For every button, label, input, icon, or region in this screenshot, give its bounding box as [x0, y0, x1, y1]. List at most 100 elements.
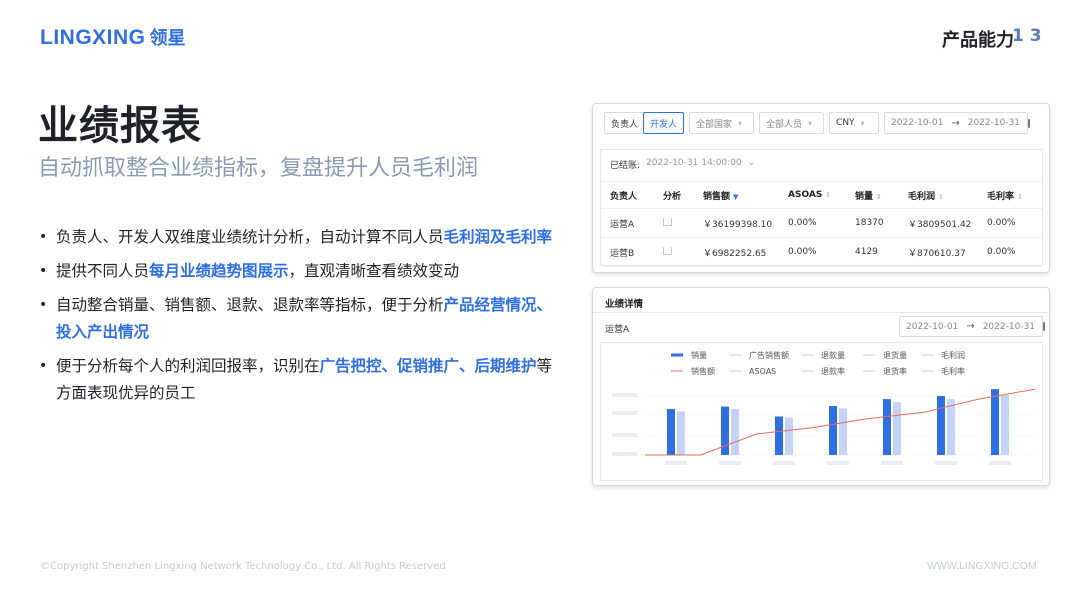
sort-icon[interactable]: ⇕ — [876, 193, 882, 201]
filter-bar: 负责人 开发人 全部国家 ▾ 全部人员 ▾ CNY ▾ 2022-10-01 → 20… — [604, 112, 1031, 134]
bar-ad-sales — [677, 411, 685, 455]
logo-text-latin: LINGXING — [40, 26, 146, 49]
cell-margin: 0.00% — [978, 237, 1042, 267]
feature-list: 负责人、开发人双维度业绩统计分析，自动计算不同人员毛利润及毛利率 提供不同人员每… — [38, 224, 553, 414]
country-select[interactable]: 全部国家 ▾ — [689, 112, 755, 134]
chevron-down-icon: ▾ — [860, 118, 865, 128]
chart-icon[interactable] — [663, 217, 672, 226]
column-header-sortable[interactable]: 毛利率 ⇕ — [978, 181, 1042, 209]
x-tick-label — [989, 461, 1011, 465]
toggle-developer[interactable]: 开发人 — [643, 112, 685, 134]
column-header-sortable[interactable]: 毛利润 ⇕ — [899, 181, 978, 209]
legend-label: 退款率 — [821, 366, 845, 376]
calendar-icon — [1028, 118, 1031, 128]
chart-icon[interactable] — [663, 246, 672, 255]
legend-label: 毛利率 — [941, 366, 965, 376]
report-table: 负责人 分析 销售额 ▼ ASOAS ⇕ 销量 ⇕ 毛利润 ⇕ 毛利率 ⇕ 运营A ￥36… — [601, 181, 1042, 267]
bar-sales-qty — [883, 399, 891, 455]
column-header-sortable[interactable]: 销量 ⇕ — [846, 181, 899, 209]
cell-owner: 运营B — [601, 237, 654, 267]
legend-label: 销量 — [691, 350, 707, 360]
bar-sales-qty — [667, 409, 675, 455]
column-header: 分析 — [654, 181, 694, 209]
cell-owner: 运营A — [601, 208, 654, 238]
sort-icon[interactable]: ⇕ — [1017, 193, 1023, 201]
feature-item: 负责人、开发人双维度业绩统计分析，自动计算不同人员毛利润及毛利率 — [38, 224, 553, 251]
arrow-right-icon: → — [951, 117, 960, 129]
bar-ad-sales — [785, 417, 793, 455]
x-tick-label — [935, 461, 957, 465]
footer-copyright: ©Copyright Shenzhen Lingxing Network Tec… — [40, 561, 446, 572]
x-tick-label — [773, 461, 795, 465]
bar-ad-sales — [731, 409, 739, 455]
bar-ad-sales — [947, 399, 955, 455]
bar-ad-sales — [839, 408, 847, 455]
trend-chart: 销量 广告销售额 退款量 退货量 毛利润销售额 ASOAS 退款率 退货率 毛利率 — [612, 350, 1036, 465]
cell-sales: ￥6982252.65 — [694, 237, 779, 267]
sort-desc-icon[interactable]: ▼ — [733, 193, 738, 201]
y-tick-label — [612, 411, 637, 415]
legend-label: 毛利润 — [941, 350, 965, 360]
selected-person: 运营A — [605, 325, 630, 335]
panel-title: 业绩详情 — [605, 299, 644, 310]
x-tick-label — [827, 461, 849, 465]
x-tick-label — [665, 461, 687, 465]
performance-report-panel: 负责人 开发人 全部国家 ▾ 全部人员 ▾ CNY ▾ 2022-10-01 → 20… — [592, 103, 1050, 273]
bar-sales-qty — [991, 389, 999, 455]
bar-ad-sales — [893, 402, 901, 455]
column-header-sortable[interactable]: ASOAS ⇕ — [779, 181, 846, 209]
date-range-picker[interactable]: 2022-10-01 → 2022-10-31 — [899, 316, 1046, 337]
bar-sales-qty — [721, 406, 729, 455]
page-number: 1 3 — [1012, 26, 1042, 46]
footer-url[interactable]: WWW.LINGXING.COM — [927, 560, 1037, 572]
legend-label: 退货率 — [883, 366, 907, 376]
report-table-container: 已结账: 2022-10-31 14:00:00 ⌄ 负责人 分析 销售额 ▼ A… — [600, 149, 1043, 267]
divider — [593, 312, 1049, 313]
cell-margin: 0.00% — [978, 208, 1042, 238]
performance-detail-panel: 业绩详情 运营A 2022-10-01 → 2022-10-31 销量 广告销售额… — [592, 287, 1050, 486]
bar-sales-qty — [829, 405, 837, 455]
bar-ad-sales — [1001, 394, 1009, 455]
y-tick-label — [612, 452, 637, 456]
cell-qty: 18370 — [846, 208, 899, 238]
lingxing-logo: LINGXING 领星 — [40, 24, 186, 50]
feature-item: 提供不同人员每月业绩趋势图展示，直观清晰查看绩效变动 — [38, 258, 553, 285]
cell-analysis[interactable] — [654, 237, 694, 267]
page-title: 业绩报表 — [38, 103, 202, 149]
y-tick-label — [612, 433, 637, 437]
feature-item: 自动整合销量、销售额、退款、退款率等指标，便于分析产品经营情况、投入产出情况 — [38, 292, 553, 346]
cell-profit: ￥870610.37 — [899, 237, 978, 267]
cell-analysis[interactable] — [654, 208, 694, 238]
settled-time: 已结账: 2022-10-31 14:00:00 ⌄ — [610, 158, 756, 171]
x-tick-label — [881, 461, 903, 465]
dimension-toggle[interactable]: 负责人 开发人 — [604, 112, 685, 134]
table-header-row: 负责人 分析 销售额 ▼ ASOAS ⇕ 销量 ⇕ 毛利润 ⇕ 毛利率 ⇕ — [601, 181, 1042, 209]
cell-asoas: 0.00% — [779, 237, 846, 267]
logo-text-cn: 领星 — [149, 28, 186, 49]
cell-asoas: 0.00% — [779, 208, 846, 238]
sort-icon[interactable]: ⇕ — [825, 191, 831, 199]
table-row[interactable]: 运营A ￥36199398.10 0.00% 18370 ￥3809501.42… — [601, 208, 1042, 238]
legend-label: 退款量 — [821, 350, 845, 360]
column-header-sortable[interactable]: 销售额 ▼ — [694, 181, 779, 209]
arrow-right-icon: → — [966, 321, 975, 332]
page-subtitle: 自动抓取整合业绩指标，复盘提升人员毛利润 — [38, 156, 479, 181]
chevron-down-icon: ▾ — [738, 118, 743, 128]
chevron-down-icon: ▾ — [808, 118, 813, 128]
legend-label: 销售额 — [691, 366, 715, 376]
column-header: 负责人 — [601, 181, 654, 209]
sort-icon[interactable]: ⇕ — [938, 193, 944, 201]
chevron-down-icon[interactable]: ⌄ — [748, 158, 756, 171]
cell-qty: 4129 — [846, 237, 899, 267]
legend-label: 退货量 — [883, 350, 907, 360]
date-range-picker[interactable]: 2022-10-01 → 2022-10-31 — [884, 112, 1031, 134]
feature-item: 便于分析每个人的利润回报率，识别在广告把控、促销推广、后期维护等方面表现优异的员… — [38, 353, 553, 407]
x-tick-label — [719, 461, 741, 465]
calendar-icon — [1043, 322, 1046, 331]
section-title: 产品能力 — [942, 30, 1014, 51]
toggle-owner[interactable]: 负责人 — [605, 113, 644, 133]
table-row[interactable]: 运营B ￥6982252.65 0.00% 4129 ￥870610.37 0.… — [601, 237, 1042, 267]
bar-sales-qty — [937, 396, 945, 455]
staff-select[interactable]: 全部人员 ▾ — [759, 112, 825, 134]
currency-select[interactable]: CNY ▾ — [829, 112, 880, 134]
